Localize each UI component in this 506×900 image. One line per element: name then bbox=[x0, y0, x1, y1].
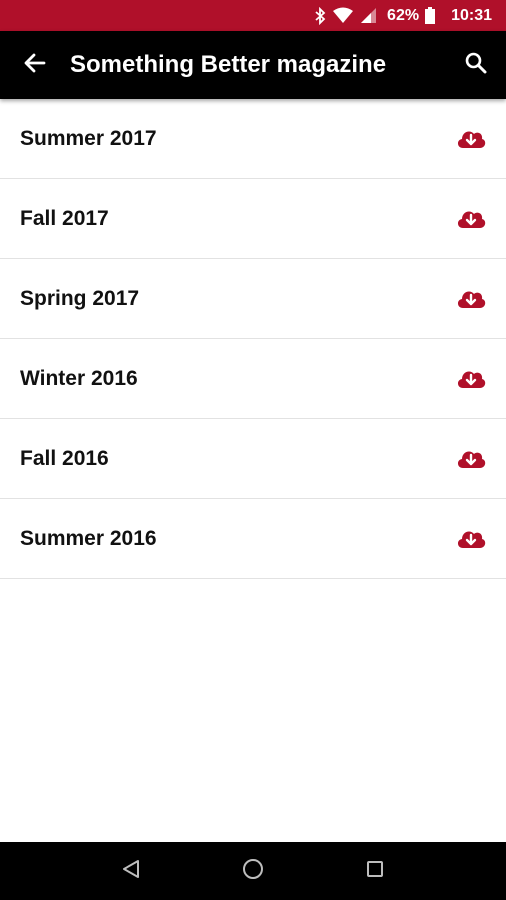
issue-label: Summer 2017 bbox=[20, 126, 157, 150]
cloud-download-icon[interactable] bbox=[454, 202, 488, 236]
cloud-download-icon[interactable] bbox=[454, 522, 488, 556]
battery-icon bbox=[425, 7, 436, 24]
clock: 10:31 bbox=[451, 6, 492, 24]
page-title: Something Better magazine bbox=[70, 51, 387, 78]
wifi-icon bbox=[332, 7, 354, 24]
search-button[interactable] bbox=[446, 31, 506, 99]
cloud-download-icon[interactable] bbox=[454, 282, 488, 316]
issue-label: Fall 2017 bbox=[20, 206, 109, 230]
issue-label: Fall 2016 bbox=[20, 446, 109, 470]
issue-list: Summer 2017 Fall 2017 Spring 2017 Winter… bbox=[0, 99, 506, 579]
issue-label: Winter 2016 bbox=[20, 366, 138, 390]
issue-label: Summer 2016 bbox=[20, 526, 157, 550]
list-item[interactable]: Spring 2017 bbox=[0, 259, 506, 339]
navigation-bar bbox=[0, 842, 506, 900]
list-item[interactable]: Fall 2016 bbox=[0, 419, 506, 499]
list-item[interactable]: Summer 2017 bbox=[0, 99, 506, 179]
arrow-back-icon bbox=[24, 52, 46, 79]
recents-square-icon bbox=[366, 860, 384, 883]
nav-home-button[interactable] bbox=[233, 851, 273, 891]
bluetooth-icon bbox=[314, 6, 326, 25]
nav-back-button[interactable] bbox=[111, 851, 151, 891]
status-bar: 62% 10:31 bbox=[0, 0, 506, 31]
list-item[interactable]: Winter 2016 bbox=[0, 339, 506, 419]
search-icon bbox=[465, 52, 487, 79]
list-item[interactable]: Summer 2016 bbox=[0, 499, 506, 579]
nav-recents-button[interactable] bbox=[355, 851, 395, 891]
back-triangle-icon bbox=[122, 859, 140, 884]
signal-icon bbox=[360, 7, 377, 24]
home-circle-icon bbox=[242, 858, 264, 885]
battery-percent: 62% bbox=[387, 6, 420, 24]
cloud-download-icon[interactable] bbox=[454, 362, 488, 396]
issue-label: Spring 2017 bbox=[20, 286, 140, 310]
cloud-download-icon[interactable] bbox=[454, 442, 488, 476]
list-item[interactable]: Fall 2017 bbox=[0, 179, 506, 259]
cloud-download-icon[interactable] bbox=[454, 122, 488, 156]
app-bar: Something Better magazine bbox=[0, 31, 506, 99]
